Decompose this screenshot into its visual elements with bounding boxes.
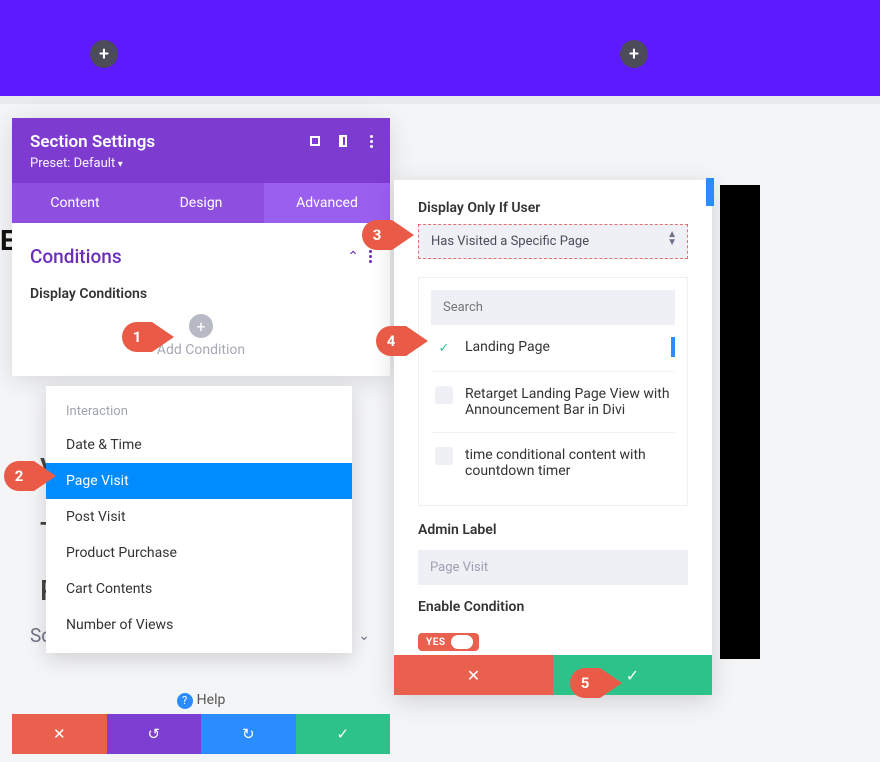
- page-option-label: Landing Page: [465, 339, 550, 355]
- page-option-label: Retarget Landing Page View with Announce…: [465, 386, 671, 418]
- background-dark-panel: [720, 185, 760, 659]
- checkbox-unchecked[interactable]: [435, 447, 453, 465]
- page-option-label: time conditional content with countdown …: [465, 447, 671, 479]
- conditions-section-header[interactable]: Conditions ⌃: [30, 237, 372, 276]
- display-if-label: Display Only If User: [418, 200, 688, 216]
- more-icon[interactable]: [362, 132, 380, 150]
- callout-5: 5: [570, 668, 622, 698]
- preset-dropdown[interactable]: Preset: Default: [30, 156, 372, 171]
- help-label: Help: [197, 692, 226, 708]
- callout-1: 1: [122, 322, 174, 352]
- panel-footer: ✕ ↺ ↻ ✓: [12, 714, 390, 754]
- page-picker: ✓ Landing Page Retarget Landing Page Vie…: [418, 277, 688, 506]
- confirm-button[interactable]: ✓: [296, 714, 391, 754]
- display-conditions-label: Display Conditions: [30, 286, 372, 302]
- add-condition-button[interactable]: +: [189, 314, 213, 338]
- dropdown-item[interactable]: Date & Time: [46, 427, 352, 463]
- select-arrows-icon: ▲▼: [667, 231, 677, 247]
- condition-select[interactable]: Has Visited a Specific Page ▲▼: [418, 224, 688, 259]
- toggle-knob: [451, 635, 473, 649]
- page-option[interactable]: Retarget Landing Page View with Announce…: [431, 372, 675, 433]
- admin-label-title: Admin Label: [418, 522, 688, 538]
- dropdown-item-selected[interactable]: Page Visit: [46, 463, 352, 499]
- expand-icon[interactable]: [306, 132, 324, 150]
- builder-top-bar: + +: [0, 0, 880, 96]
- selection-bar: [671, 337, 675, 357]
- add-section-button-right[interactable]: +: [620, 40, 648, 68]
- help-link[interactable]: ?Help: [12, 692, 390, 709]
- callout-number: 1: [122, 322, 152, 352]
- checkbox-checked-icon[interactable]: ✓: [435, 339, 453, 357]
- condition-type-dropdown: Interaction Date & Time Page Visit Post …: [46, 386, 352, 653]
- chevron-up-icon[interactable]: ⌃: [347, 249, 359, 265]
- conditions-title: Conditions: [30, 245, 122, 268]
- callout-3: 3: [362, 220, 414, 250]
- dropdown-category: Interaction: [46, 396, 352, 427]
- condition-detail-panel: Display Only If User Has Visited a Speci…: [394, 180, 712, 695]
- layout-icon[interactable]: [334, 132, 352, 150]
- undo-button[interactable]: ↺: [107, 714, 202, 754]
- callout-number: 2: [4, 461, 34, 491]
- enable-condition-toggle[interactable]: YES: [418, 633, 479, 651]
- add-section-button-left[interactable]: +: [90, 40, 118, 68]
- panel-body: Conditions ⌃ Display Conditions + Add Co…: [12, 223, 390, 376]
- callout-2: 2: [4, 461, 56, 491]
- page-search-input[interactable]: [431, 290, 675, 325]
- chevron-down-icon[interactable]: ⌄: [358, 628, 370, 644]
- page-option[interactable]: ✓ Landing Page: [431, 325, 675, 372]
- panel-tabs: Content Design Advanced: [12, 183, 390, 223]
- callout-number: 5: [570, 668, 600, 698]
- condition-panel-footer: ✕ ✓: [394, 655, 712, 695]
- dropdown-item[interactable]: Post Visit: [46, 499, 352, 535]
- admin-label-input[interactable]: [418, 550, 688, 585]
- callout-number: 3: [362, 220, 392, 250]
- panel-header: Section Settings Preset: Default: [12, 118, 390, 183]
- dropdown-item[interactable]: Cart Contents: [46, 571, 352, 607]
- add-condition-label: Add Condition: [30, 342, 372, 358]
- enable-condition-label: Enable Condition: [418, 599, 688, 615]
- section-settings-panel: Section Settings Preset: Default Content…: [12, 118, 390, 376]
- help-icon: ?: [177, 693, 193, 709]
- callout-4: 4: [376, 326, 428, 356]
- redo-button[interactable]: ↻: [201, 714, 296, 754]
- tab-advanced[interactable]: Advanced: [264, 183, 390, 223]
- callout-number: 4: [376, 326, 406, 356]
- dropdown-item[interactable]: Number of Views: [46, 607, 352, 643]
- tab-content[interactable]: Content: [12, 183, 138, 223]
- page-option[interactable]: time conditional content with countdown …: [431, 433, 675, 493]
- section-more-icon[interactable]: [369, 250, 372, 263]
- toggle-text: YES: [426, 637, 445, 648]
- dropdown-item[interactable]: Product Purchase: [46, 535, 352, 571]
- divider: [0, 96, 880, 104]
- condition-select-value: Has Visited a Specific Page: [431, 234, 589, 249]
- cancel-condition-button[interactable]: ✕: [394, 655, 553, 695]
- panel-accent: [706, 178, 714, 206]
- checkbox-unchecked[interactable]: [435, 386, 453, 404]
- cancel-button[interactable]: ✕: [12, 714, 107, 754]
- tab-design[interactable]: Design: [138, 183, 264, 223]
